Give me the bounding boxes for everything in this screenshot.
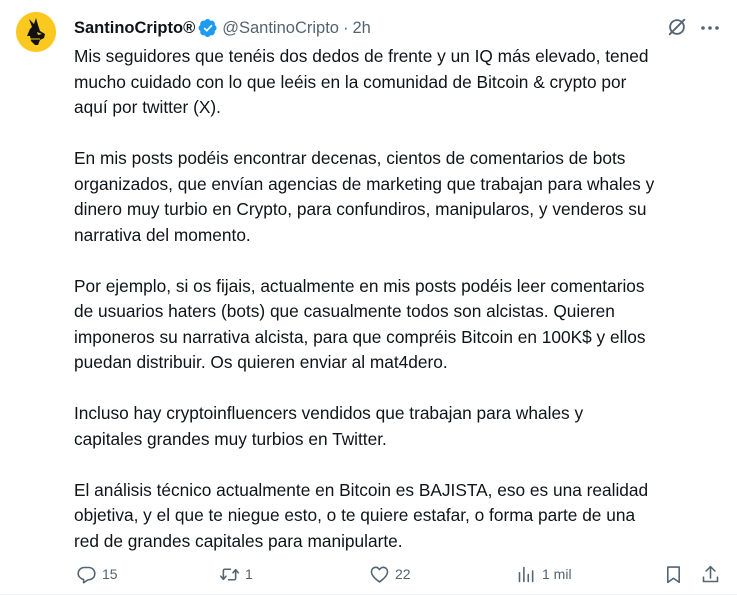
like-button[interactable]: 22 — [369, 560, 411, 588]
bookmark-icon — [667, 565, 680, 583]
tweet-card[interactable]: SantinoCripto® @SantinoCripto · 2h Mis s… — [0, 0, 737, 595]
verified-badge-icon[interactable] — [198, 18, 218, 38]
separator-dot: · — [342, 18, 349, 37]
tweet-line: red de grandes capitales para manipulart… — [74, 530, 403, 551]
tweet-line: objetiva, y el que te niegue esto, o te … — [74, 505, 636, 525]
tweet-header: SantinoCripto® @SantinoCripto · 2h — [74, 18, 371, 38]
tweet-line: narrativa del momento. — [74, 224, 251, 245]
tweet-timestamp[interactable]: 2h — [352, 19, 370, 38]
tweet-paragraph: Incluso hay cryptoinfluencers vendidos q… — [74, 401, 724, 452]
tweet-line: El análisis técnico actualmente en Bitco… — [74, 479, 649, 500]
views-count: 1 mil — [542, 566, 572, 582]
share-button[interactable] — [700, 560, 721, 588]
author-display-name[interactable]: SantinoCripto® — [74, 19, 195, 38]
reply-button[interactable]: 15 — [76, 560, 118, 588]
repost-button[interactable]: 1 — [219, 560, 253, 588]
tweet-actions-bar: 15 1 22 1 mil — [0, 560, 737, 588]
reply-count: 15 — [102, 566, 118, 582]
tweet-line: Por ejemplo, si os fijais, actualmente e… — [74, 275, 645, 296]
tweet-line: puedan distribuir. Os quieren enviar al … — [74, 352, 448, 372]
tweet-line: mucho cuidado con lo que leéis en la com… — [74, 71, 627, 92]
tweet-paragraph: Mis seguidores que tenéis dos dedos de f… — [74, 44, 724, 121]
bookmark-button[interactable] — [663, 560, 684, 588]
share-icon — [702, 565, 719, 582]
tweet-text: Mis seguidores que tenéis dos dedos de f… — [74, 44, 724, 554]
reply-icon — [77, 566, 96, 584]
author-handle[interactable]: @SantinoCripto — [222, 19, 339, 38]
tweet-paragraph: Por ejemplo, si os fijais, actualmente e… — [74, 274, 724, 376]
anubis-logo-icon — [16, 12, 56, 52]
tweet-line: dinero muy turbio en Crypto, para confun… — [74, 199, 647, 219]
tweet-line: de usuarios haters (bots) que casualment… — [74, 301, 615, 321]
tweet-paragraph: El análisis técnico actualmente en Bitco… — [74, 478, 724, 555]
views-button[interactable]: 1 mil — [516, 560, 572, 588]
tweet-line: Incluso hay cryptoinfluencers vendidos q… — [74, 403, 584, 423]
tweet-line: aquí por twitter (X). — [74, 97, 221, 117]
tweet-paragraph: En mis posts podéis encontrar decenas, c… — [74, 146, 724, 248]
tweet-line: imponeros su narrativa alcista, para que… — [74, 326, 646, 347]
repost-count: 1 — [245, 566, 253, 582]
grok-icon[interactable] — [666, 16, 688, 38]
like-count: 22 — [395, 566, 411, 582]
analytics-icon — [518, 566, 534, 582]
more-options-icon[interactable] — [698, 16, 722, 40]
heart-icon — [370, 566, 389, 583]
tweet-line: organizados, que envían agencias de mark… — [74, 173, 655, 194]
repost-icon — [219, 567, 240, 581]
tweet-line: capitales grandes muy turbios en Twitter… — [74, 428, 387, 449]
avatar[interactable] — [16, 12, 56, 52]
tweet-line: Mis seguidores que tenéis dos dedos de f… — [74, 46, 649, 66]
tweet-line: En mis posts podéis encontrar decenas, c… — [74, 148, 626, 168]
